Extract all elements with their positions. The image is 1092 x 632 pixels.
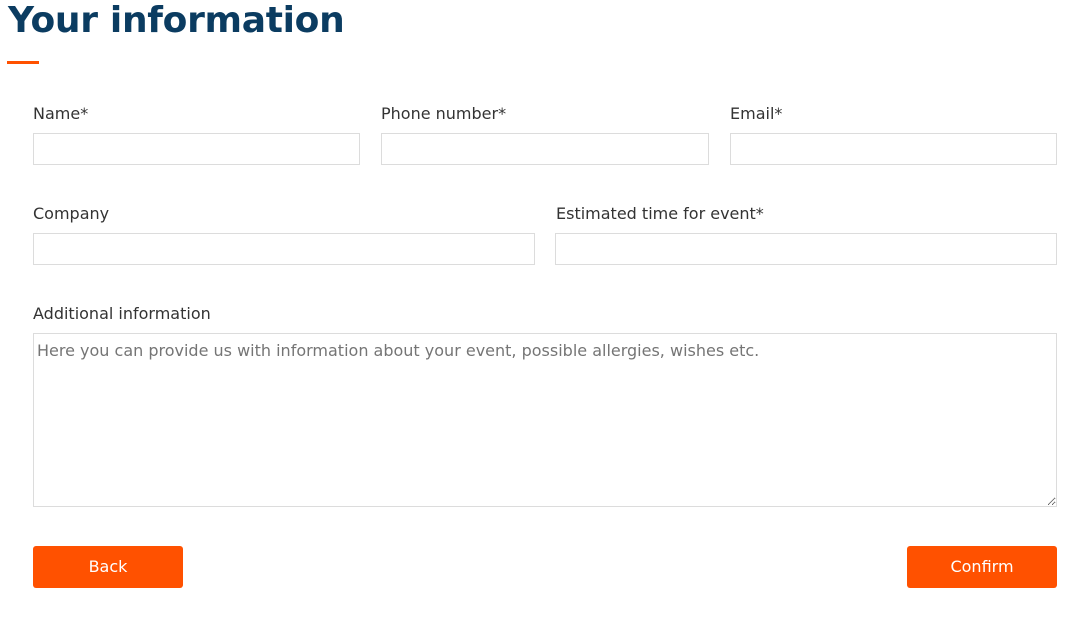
company-label: Company [33, 204, 110, 223]
event-time-field[interactable] [555, 233, 1057, 265]
confirm-button[interactable]: Confirm [907, 546, 1057, 588]
phone-number-field[interactable] [381, 133, 709, 165]
name-field[interactable] [33, 133, 360, 165]
additional-information-label: Additional information [33, 304, 211, 323]
information-form-page: Your information Name* Phone number* Ema… [0, 0, 1092, 632]
title-underline [7, 61, 39, 64]
company-field[interactable] [33, 233, 535, 265]
email-field[interactable] [730, 133, 1057, 165]
event-time-label: Estimated time for event* [556, 204, 764, 223]
name-label: Name* [33, 104, 89, 123]
additional-information-textarea[interactable] [33, 333, 1057, 507]
page-title: Your information [8, 0, 345, 41]
back-button[interactable]: Back [33, 546, 183, 588]
phone-number-label: Phone number* [381, 104, 507, 123]
email-label: Email* [730, 104, 783, 123]
